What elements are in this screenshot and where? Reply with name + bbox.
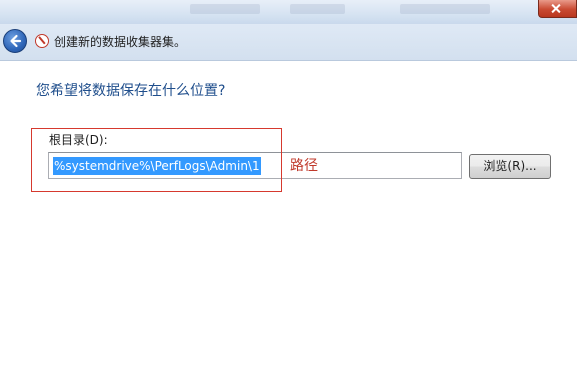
back-arrow-icon: [10, 34, 22, 48]
annotation-highlight-box: [31, 128, 282, 192]
titlebar-ghost-text: [190, 4, 260, 14]
titlebar-ghost-text: [400, 4, 490, 14]
titlebar-ghost-text: [290, 4, 345, 14]
data-collector-set-icon: [35, 34, 49, 48]
wizard-title: 创建新的数据收集器集。: [54, 35, 187, 49]
browse-button[interactable]: 浏览(R)...: [469, 154, 551, 179]
wizard-navbar: 创建新的数据收集器集。: [0, 24, 577, 61]
page-question: 您希望将数据保存在什么位置?: [36, 83, 226, 99]
window-titlebar: [0, 0, 577, 24]
annotation-label: 路径: [290, 158, 318, 174]
close-button[interactable]: [538, 0, 577, 18]
back-button[interactable]: [3, 29, 27, 53]
